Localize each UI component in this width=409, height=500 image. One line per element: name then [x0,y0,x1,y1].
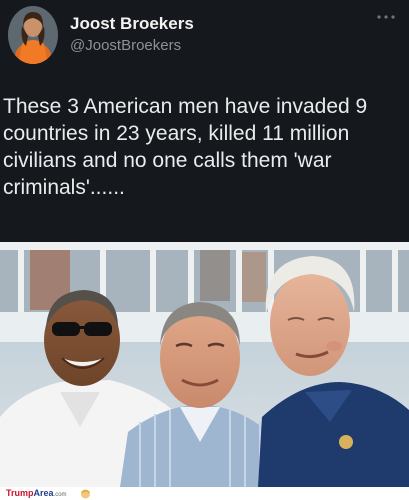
more-options-icon[interactable] [375,10,397,24]
tweet-header: Joost Broekers @JoostBroekers [0,0,409,80]
brand-sub: Area [33,488,54,498]
author-handle[interactable]: @JoostBroekers [70,37,181,54]
avatar-image [8,6,58,64]
tweet-card: Joost Broekers @JoostBroekers These 3 Am… [0,0,409,487]
watermark-footer: TrumpArea.com [0,487,409,500]
avatar[interactable] [8,6,58,64]
ellipsis-icon [377,15,395,19]
author-name[interactable]: Joost Broekers [70,14,194,34]
brand-face-icon [81,489,90,499]
brand-logo[interactable]: TrumpArea.com [6,488,67,498]
photo-three-men [0,242,409,487]
brand-main: Trump [6,488,34,498]
tweet-photo[interactable] [0,242,409,487]
brand-tld: .com [53,492,67,498]
tweet-text: These 3 American men have invaded 9 coun… [3,95,368,199]
